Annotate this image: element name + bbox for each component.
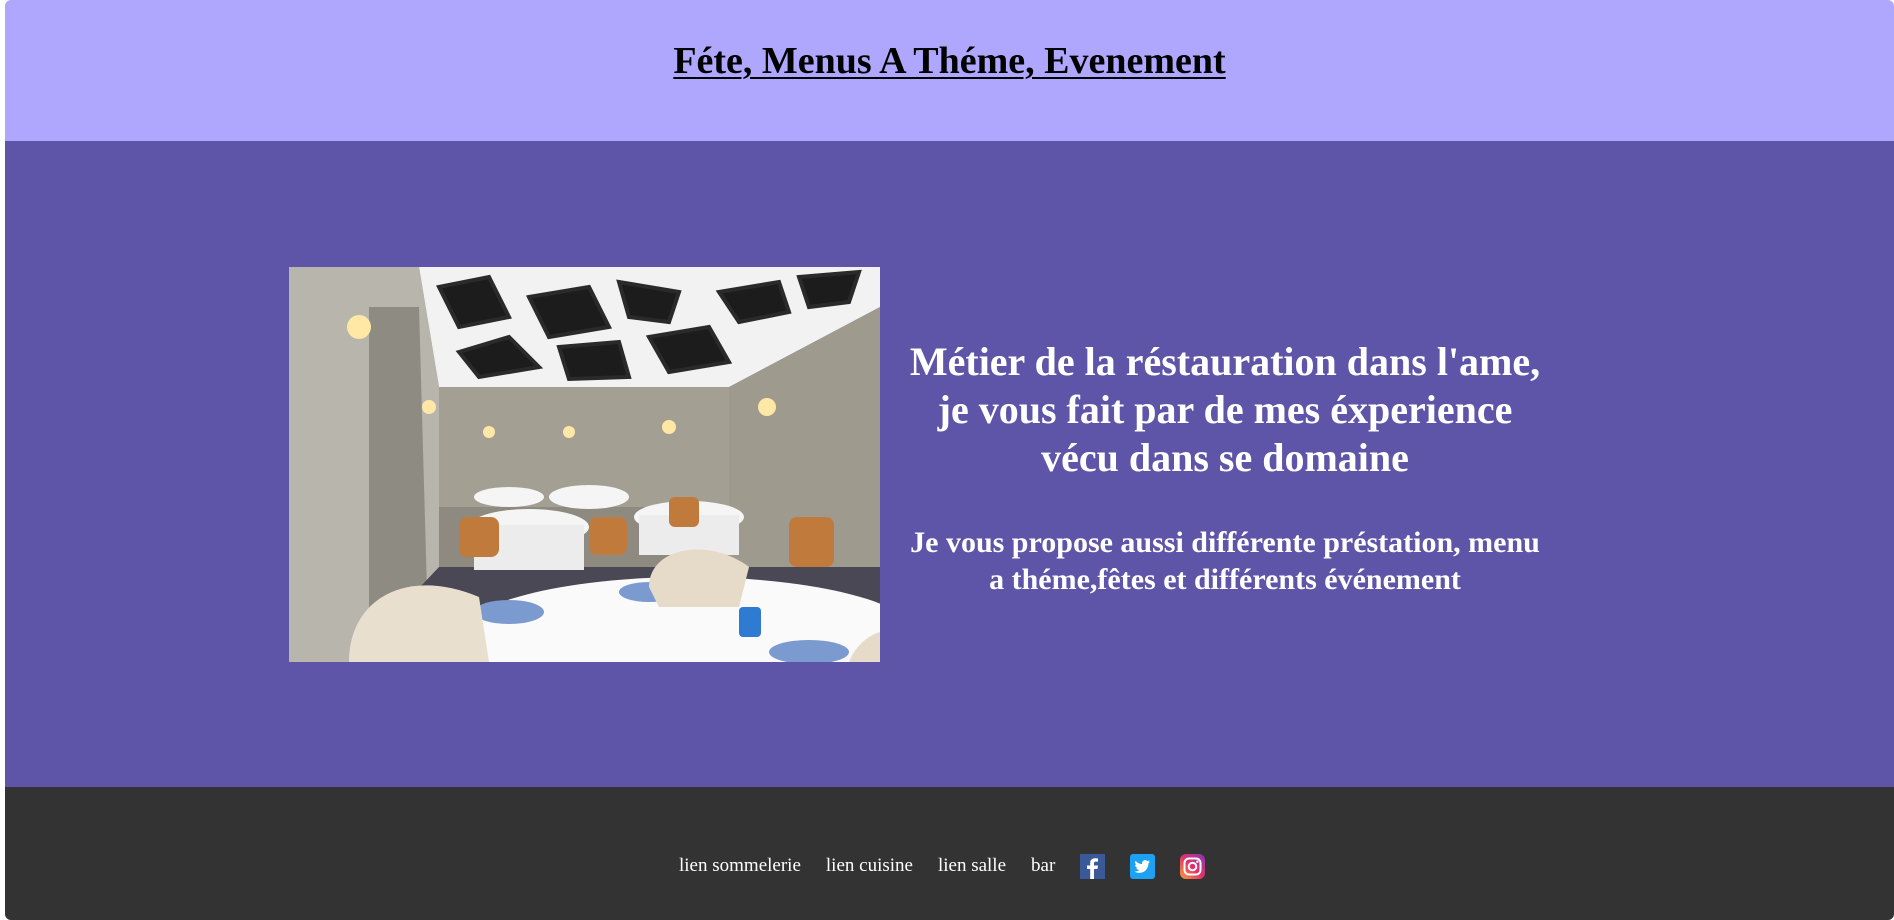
page-footer: lien sommelerie lien cuisine lien salle … xyxy=(5,787,1894,920)
footer-link-bar[interactable]: bar xyxy=(1031,855,1055,877)
page: Féte, Menus A Théme, Evenement Métier de… xyxy=(5,0,1894,920)
page-header: Féte, Menus A Théme, Evenement xyxy=(5,0,1894,141)
instagram-icon[interactable] xyxy=(1180,853,1206,879)
footer-link-salle[interactable]: lien salle xyxy=(938,855,1006,877)
facebook-icon[interactable] xyxy=(1080,853,1106,879)
headline: Métier de la réstauration dans l'ame, je… xyxy=(909,339,1541,480)
footer-link-sommelerie[interactable]: lien sommelerie xyxy=(679,855,801,877)
main-section: Métier de la réstauration dans l'ame, je… xyxy=(5,141,1894,787)
twitter-icon[interactable] xyxy=(1130,853,1156,879)
footer-nav: lien sommelerie lien cuisine lien salle … xyxy=(679,851,1206,881)
restaurant-photo xyxy=(289,267,880,662)
page-title[interactable]: Féte, Menus A Théme, Evenement xyxy=(673,39,1225,83)
footer-link-cuisine[interactable]: lien cuisine xyxy=(826,855,913,877)
intro-text: Métier de la réstauration dans l'ame, je… xyxy=(905,338,1545,598)
subheadline: Je vous propose aussi différente préstat… xyxy=(910,526,1540,596)
